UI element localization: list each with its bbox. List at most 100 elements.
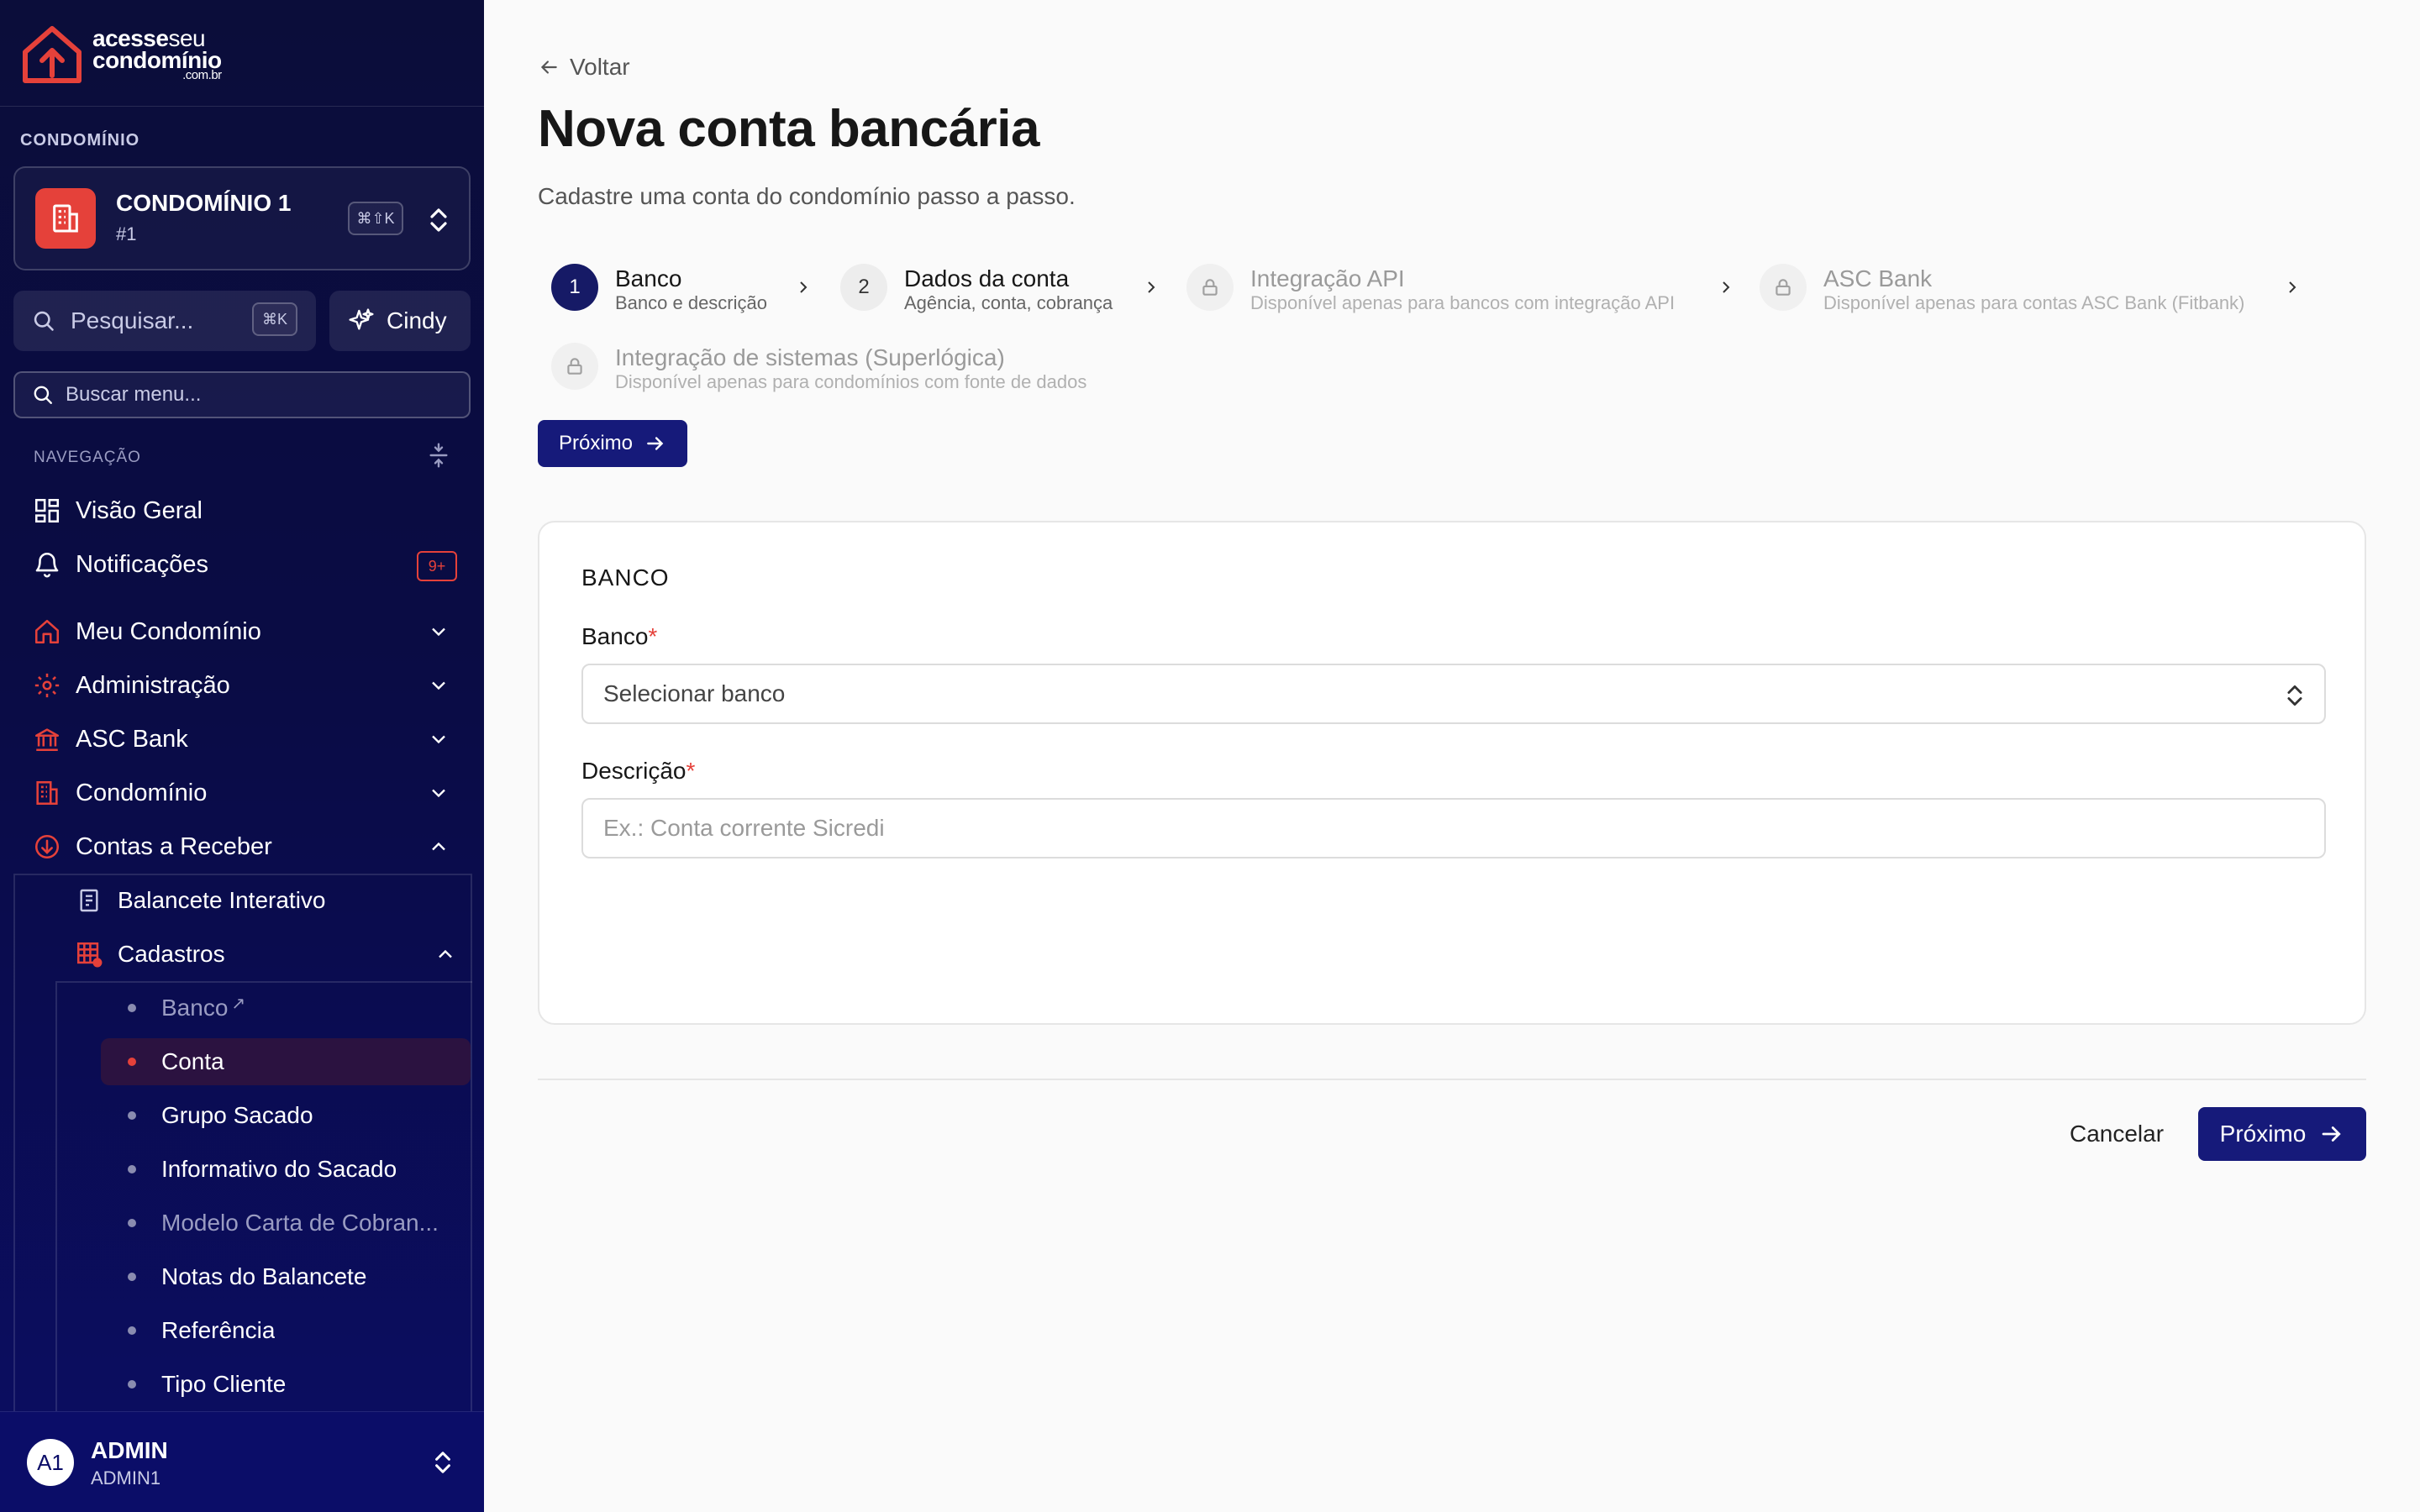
sidebar-item-label: Notificações bbox=[76, 550, 208, 578]
avatar: A1 bbox=[27, 1439, 74, 1486]
descricao-placeholder: Ex.: Conta corrente Sicredi bbox=[603, 815, 885, 841]
sidebar-item-label: Contas a Receber bbox=[76, 832, 272, 860]
step-number: 2 bbox=[840, 264, 887, 311]
banco-select[interactable]: Selecionar banco bbox=[581, 664, 2326, 724]
lock-icon bbox=[1760, 264, 1807, 311]
sidebar-item-contas-a-receber[interactable]: Contas a Receber bbox=[30, 823, 459, 870]
step-title: Integração API bbox=[1250, 265, 1405, 291]
step-description: Agência, conta, cobrança bbox=[904, 292, 1113, 313]
step-integracao-api: Integração API Disponível apenas para ban… bbox=[1186, 264, 1675, 314]
global-search[interactable]: Pesquisar... ⌘K bbox=[13, 291, 316, 351]
sidebar-leaf-label: Modelo Carta de Cobran... bbox=[161, 1210, 439, 1236]
sidebar-leaf-modelo-carta[interactable]: Modelo Carta de Cobran... bbox=[101, 1200, 471, 1247]
step-description: Disponível apenas para contas ASC Bank (… bbox=[1823, 292, 2245, 313]
next-button-top[interactable]: Próximo bbox=[538, 420, 687, 467]
step-integracao-sistemas: Integração de sistemas (Superlógica) Disp… bbox=[551, 343, 1086, 393]
building-icon bbox=[35, 188, 96, 249]
next-button[interactable]: Próximo bbox=[2198, 1107, 2366, 1161]
page-subtitle: Cadastre uma conta do condomínio passo a… bbox=[538, 183, 1076, 209]
sidebar-leaf-conta[interactable]: Conta bbox=[101, 1038, 471, 1085]
descricao-input[interactable]: Ex.: Conta corrente Sicredi bbox=[581, 798, 2326, 858]
sidebar-leaf-informativo-do-sacado[interactable]: Informativo do Sacado bbox=[101, 1146, 471, 1193]
step-description: Banco e descrição bbox=[615, 292, 767, 313]
sparkle-icon bbox=[349, 308, 374, 330]
user-subtitle: ADMIN1 bbox=[91, 1467, 161, 1488]
sidebar-leaf-notas-do-balancete[interactable]: Notas do Balancete bbox=[101, 1253, 471, 1300]
banco-label: Banco* bbox=[581, 623, 658, 649]
next-label: Próximo bbox=[558, 432, 634, 454]
step-dados-da-conta[interactable]: 2 Dados da conta Agência, conta, cobrança bbox=[840, 264, 1113, 314]
condo-switcher[interactable]: CONDOMÍNIO 1 #1 ⌘⇧K bbox=[13, 166, 471, 270]
menu-search-input[interactable]: Buscar menu... bbox=[13, 371, 471, 418]
sidebar-leaf-grupo-sacado[interactable]: Grupo Sacado bbox=[101, 1092, 471, 1139]
sidebar-item-notificacoes[interactable]: Notificações 9+ bbox=[30, 541, 459, 588]
page-title: Nova conta bancária bbox=[538, 100, 1039, 158]
chevron-updown-icon bbox=[435, 1452, 450, 1473]
sidebar-leaf-tipo-cliente[interactable]: Tipo Cliente bbox=[101, 1361, 471, 1408]
search-placeholder: Pesquisar... bbox=[71, 307, 194, 333]
search-icon bbox=[34, 311, 54, 331]
external-link-icon: ↗ bbox=[231, 994, 246, 1013]
home-icon bbox=[30, 615, 64, 648]
sidebar-leaf-referencia[interactable]: Referência bbox=[101, 1307, 471, 1354]
sidebar-item-balancete-interativo[interactable]: Balancete Interativo bbox=[72, 877, 467, 924]
grid-icon bbox=[30, 494, 64, 528]
sidebar-item-cadastros[interactable]: Cadastros bbox=[72, 931, 467, 978]
chevron-updown-icon bbox=[430, 208, 447, 232]
chevron-down-icon bbox=[432, 681, 445, 690]
document-icon bbox=[72, 887, 106, 914]
divider bbox=[0, 106, 484, 107]
chevron-right-icon bbox=[1148, 281, 1155, 293]
search-icon bbox=[34, 386, 52, 404]
sidebar-item-label: ASC Bank bbox=[76, 725, 188, 753]
logo-text: acesseseu condomínio .com.br bbox=[92, 25, 222, 82]
notification-badge: 9+ bbox=[417, 551, 457, 581]
collapse-all-icon[interactable] bbox=[425, 442, 452, 469]
card-title: BANCO bbox=[581, 564, 670, 591]
bank-icon bbox=[30, 722, 64, 756]
user-name: ADMIN bbox=[91, 1437, 168, 1463]
chevron-down-icon bbox=[432, 735, 445, 744]
step-title: Integração de sistemas (Superlógica) bbox=[615, 344, 1005, 370]
step-title: Banco bbox=[615, 265, 682, 291]
chevron-up-icon bbox=[432, 842, 445, 851]
ai-assistant-button[interactable]: Cindy bbox=[329, 291, 471, 351]
cancel-button[interactable]: Cancelar bbox=[2054, 1107, 2180, 1161]
descricao-label: Descrição* bbox=[581, 758, 696, 784]
step-banco[interactable]: 1 Banco Banco e descrição bbox=[551, 264, 767, 314]
sidebar-item-label: Balancete Interativo bbox=[118, 887, 326, 913]
sidebar-item-condominio[interactable]: Condomínio bbox=[30, 769, 459, 816]
sidebar-item-visao-geral[interactable]: Visão Geral bbox=[30, 487, 459, 534]
chevron-right-icon bbox=[1723, 281, 1730, 293]
user-menu[interactable]: A1 ADMIN ADMIN1 bbox=[0, 1411, 484, 1512]
sidebar-item-label: Meu Condomínio bbox=[76, 617, 261, 645]
back-link[interactable]: Voltar bbox=[538, 54, 630, 81]
sidebar-item-administracao[interactable]: Administração bbox=[30, 662, 459, 709]
search-shortcut: ⌘K bbox=[252, 302, 297, 336]
table-icon bbox=[72, 940, 106, 969]
sidebar-leaf-label: Referência bbox=[161, 1317, 276, 1343]
sidebar-leaf-label: Notas do Balancete bbox=[161, 1263, 367, 1289]
arrow-right-icon bbox=[647, 437, 664, 450]
sidebar: acesseseu condomínio .com.br CONDOMÍNIO … bbox=[0, 0, 484, 1512]
step-title: ASC Bank bbox=[1823, 265, 1933, 291]
sidebar-leaf-label: Grupo Sacado bbox=[161, 1102, 313, 1128]
condo-name: CONDOMÍNIO 1 bbox=[116, 190, 292, 216]
shortcut-badge: ⌘⇧K bbox=[348, 202, 403, 235]
logo[interactable]: acesseseu condomínio .com.br bbox=[18, 22, 222, 87]
sidebar-item-meu-condominio[interactable]: Meu Condomínio bbox=[30, 608, 459, 655]
menu-search-placeholder: Buscar menu... bbox=[66, 383, 202, 406]
sidebar-item-label: Visão Geral bbox=[76, 496, 203, 524]
bell-icon bbox=[30, 548, 64, 581]
step-description: Disponível apenas para bancos com integr… bbox=[1250, 292, 1676, 313]
bullet bbox=[128, 1165, 136, 1173]
nav-label: NAVEGAÇÃO bbox=[34, 449, 141, 466]
sidebar-leaf-banco[interactable]: Banco ↗ bbox=[101, 984, 471, 1032]
sidebar-item-asc-bank[interactable]: ASC Bank bbox=[30, 716, 459, 763]
sidebar-item-label: Administração bbox=[76, 671, 230, 699]
back-label: Voltar bbox=[570, 54, 630, 80]
arrow-right-icon bbox=[2322, 1126, 2342, 1142]
sidebar-item-label: Cadastros bbox=[118, 941, 225, 967]
bullet bbox=[128, 1326, 136, 1335]
step-description: Disponível apenas para condomínios com f… bbox=[615, 371, 1087, 392]
